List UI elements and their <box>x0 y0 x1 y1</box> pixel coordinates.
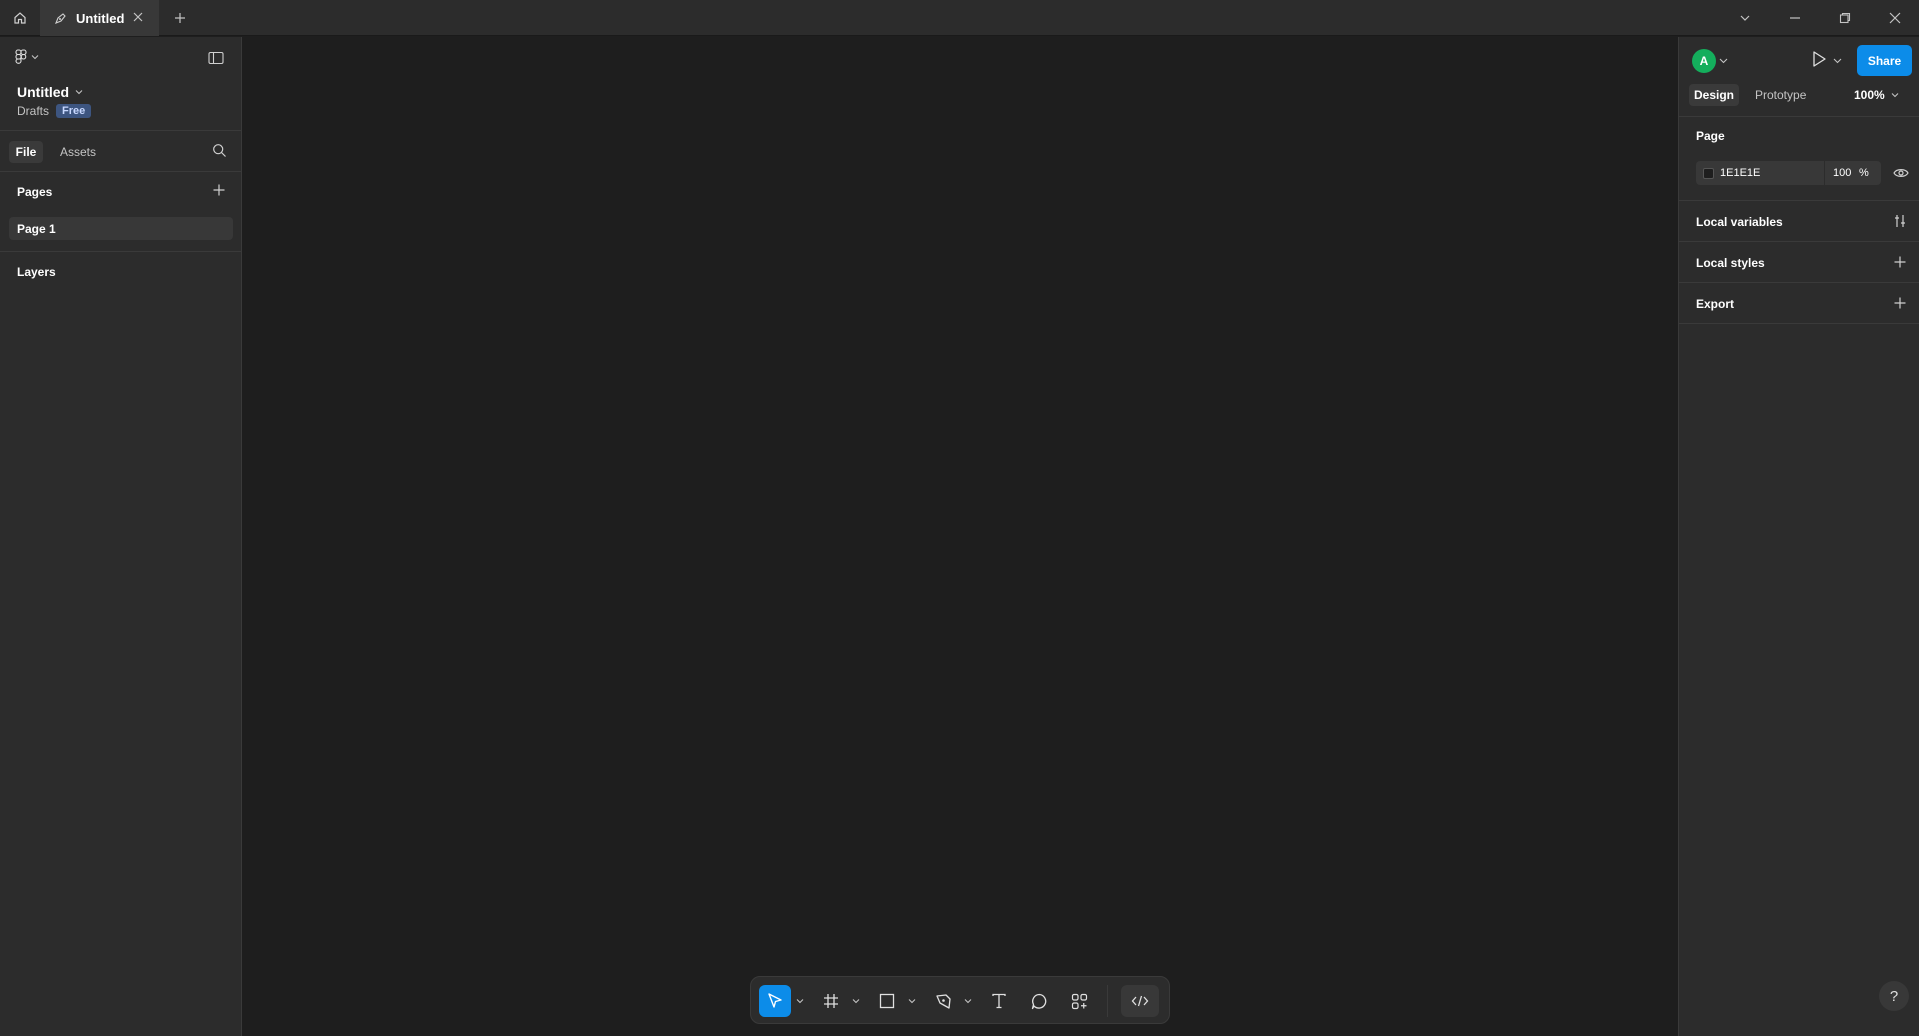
frame-tool-button[interactable] <box>815 985 847 1017</box>
search-icon <box>213 144 226 157</box>
variables-settings-icon[interactable] <box>1893 214 1907 228</box>
file-location: Drafts Free <box>17 104 92 118</box>
search-button[interactable] <box>212 143 227 158</box>
tab-prototype[interactable]: Prototype <box>1747 84 1814 106</box>
file-name-menu[interactable]: Untitled <box>17 84 83 100</box>
export-label: Export <box>1696 296 1735 311</box>
canvas[interactable] <box>242 37 1678 1036</box>
avatar[interactable]: A <box>1692 49 1716 73</box>
title-bar: Untitled <box>0 0 1919 36</box>
page-list-item[interactable]: Page 1 <box>9 217 233 240</box>
plus-icon[interactable] <box>1893 255 1907 269</box>
present-button[interactable] <box>1811 50 1827 68</box>
eye-icon <box>1893 169 1909 177</box>
pen-tool-button[interactable] <box>927 985 959 1017</box>
chevron-down-icon[interactable] <box>1719 56 1728 65</box>
page-section-heading: Page <box>1696 129 1725 143</box>
restore-icon <box>1839 12 1851 24</box>
pages-heading: Pages <box>17 185 53 199</box>
text-icon <box>992 993 1006 1009</box>
new-tab-button[interactable] <box>168 0 192 36</box>
help-button[interactable]: ? <box>1879 981 1909 1011</box>
right-panel: A Share Design Prototype 100% Page 1E1E1… <box>1678 37 1919 1036</box>
plus-icon <box>213 184 225 196</box>
chevron-down-icon <box>1891 93 1899 98</box>
file-name: Untitled <box>17 84 70 100</box>
chevron-down-icon <box>31 55 39 60</box>
chevron-down-icon[interactable] <box>964 997 972 1005</box>
chevron-down-icon[interactable] <box>852 997 860 1005</box>
toggle-visibility-button[interactable] <box>1893 167 1909 179</box>
percent-label: % <box>1859 167 1869 179</box>
tab-design[interactable]: Design <box>1689 84 1739 106</box>
toolbar-separator <box>1107 985 1108 1017</box>
rectangle-tool-button[interactable] <box>871 985 903 1017</box>
plus-icon <box>175 13 185 23</box>
color-swatch[interactable] <box>1703 167 1714 179</box>
field-separator <box>1824 161 1825 185</box>
background-opacity-input[interactable]: 100 <box>1833 167 1859 179</box>
left-panel: Untitled Drafts Free File Assets Pages P… <box>0 37 242 1036</box>
bottom-toolbar <box>750 976 1170 1024</box>
zoom-dropdown[interactable]: 100% <box>1854 84 1899 106</box>
divider <box>0 130 241 131</box>
plan-badge[interactable]: Free <box>56 104 92 118</box>
chevron-down-icon <box>1740 15 1750 21</box>
move-icon <box>768 993 782 1008</box>
tabs-dropdown-button[interactable] <box>1730 0 1760 36</box>
divider <box>0 251 241 252</box>
minimize-button[interactable] <box>1780 0 1810 36</box>
components-tool-button[interactable] <box>1063 985 1095 1017</box>
local-variables-row[interactable]: Local variables <box>1679 201 1919 242</box>
tab-file[interactable]: File <box>9 141 43 163</box>
close-icon <box>1889 12 1901 24</box>
draft-file-icon <box>55 12 66 24</box>
window-close-button[interactable] <box>1880 0 1910 36</box>
divider <box>1679 116 1919 117</box>
rectangle-icon <box>879 993 895 1009</box>
home-icon <box>14 12 26 24</box>
chevron-down-icon[interactable] <box>908 997 916 1005</box>
play-icon <box>1813 51 1826 67</box>
restore-button[interactable] <box>1830 0 1860 36</box>
close-icon[interactable] <box>132 11 144 23</box>
chevron-down-icon[interactable] <box>1833 56 1842 65</box>
sidebar-icon <box>208 51 224 65</box>
local-styles-row[interactable]: Local styles <box>1679 242 1919 283</box>
chevron-down-icon[interactable] <box>796 997 804 1005</box>
minimize-icon <box>1790 17 1800 19</box>
divider <box>1679 323 1919 324</box>
components-icon <box>1071 993 1087 1009</box>
location-label[interactable]: Drafts <box>17 104 49 118</box>
dev-mode-icon <box>1131 995 1149 1007</box>
export-row[interactable]: Export <box>1679 283 1919 324</box>
local-styles-label: Local styles <box>1696 255 1765 270</box>
background-hex-input[interactable]: 1E1E1E <box>1720 167 1824 179</box>
sidebar-toggle-button[interactable] <box>208 51 224 65</box>
dev-mode-toggle[interactable] <box>1121 985 1159 1017</box>
add-page-button[interactable] <box>212 183 226 197</box>
frame-icon <box>824 994 838 1008</box>
plus-icon[interactable] <box>1893 296 1907 310</box>
share-button[interactable]: Share <box>1857 45 1912 76</box>
figma-logo-icon <box>15 49 27 64</box>
comment-icon <box>1031 993 1046 1009</box>
comment-tool-button[interactable] <box>1023 985 1055 1017</box>
zoom-value: 100% <box>1854 88 1885 102</box>
background-fill-field[interactable]: 1E1E1E 100 % <box>1696 161 1881 185</box>
file-tab-label: Untitled <box>76 10 125 26</box>
main-menu-button[interactable] <box>15 49 39 65</box>
local-variables-label: Local variables <box>1696 214 1783 229</box>
chevron-down-icon <box>75 90 83 95</box>
layers-heading: Layers <box>17 265 56 279</box>
move-tool-button[interactable] <box>759 985 791 1017</box>
file-tab[interactable]: Untitled <box>40 0 159 36</box>
text-tool-button[interactable] <box>983 985 1015 1017</box>
home-button[interactable] <box>0 0 40 36</box>
divider <box>0 171 241 172</box>
tab-assets[interactable]: Assets <box>52 141 104 163</box>
pen-icon <box>935 993 951 1009</box>
